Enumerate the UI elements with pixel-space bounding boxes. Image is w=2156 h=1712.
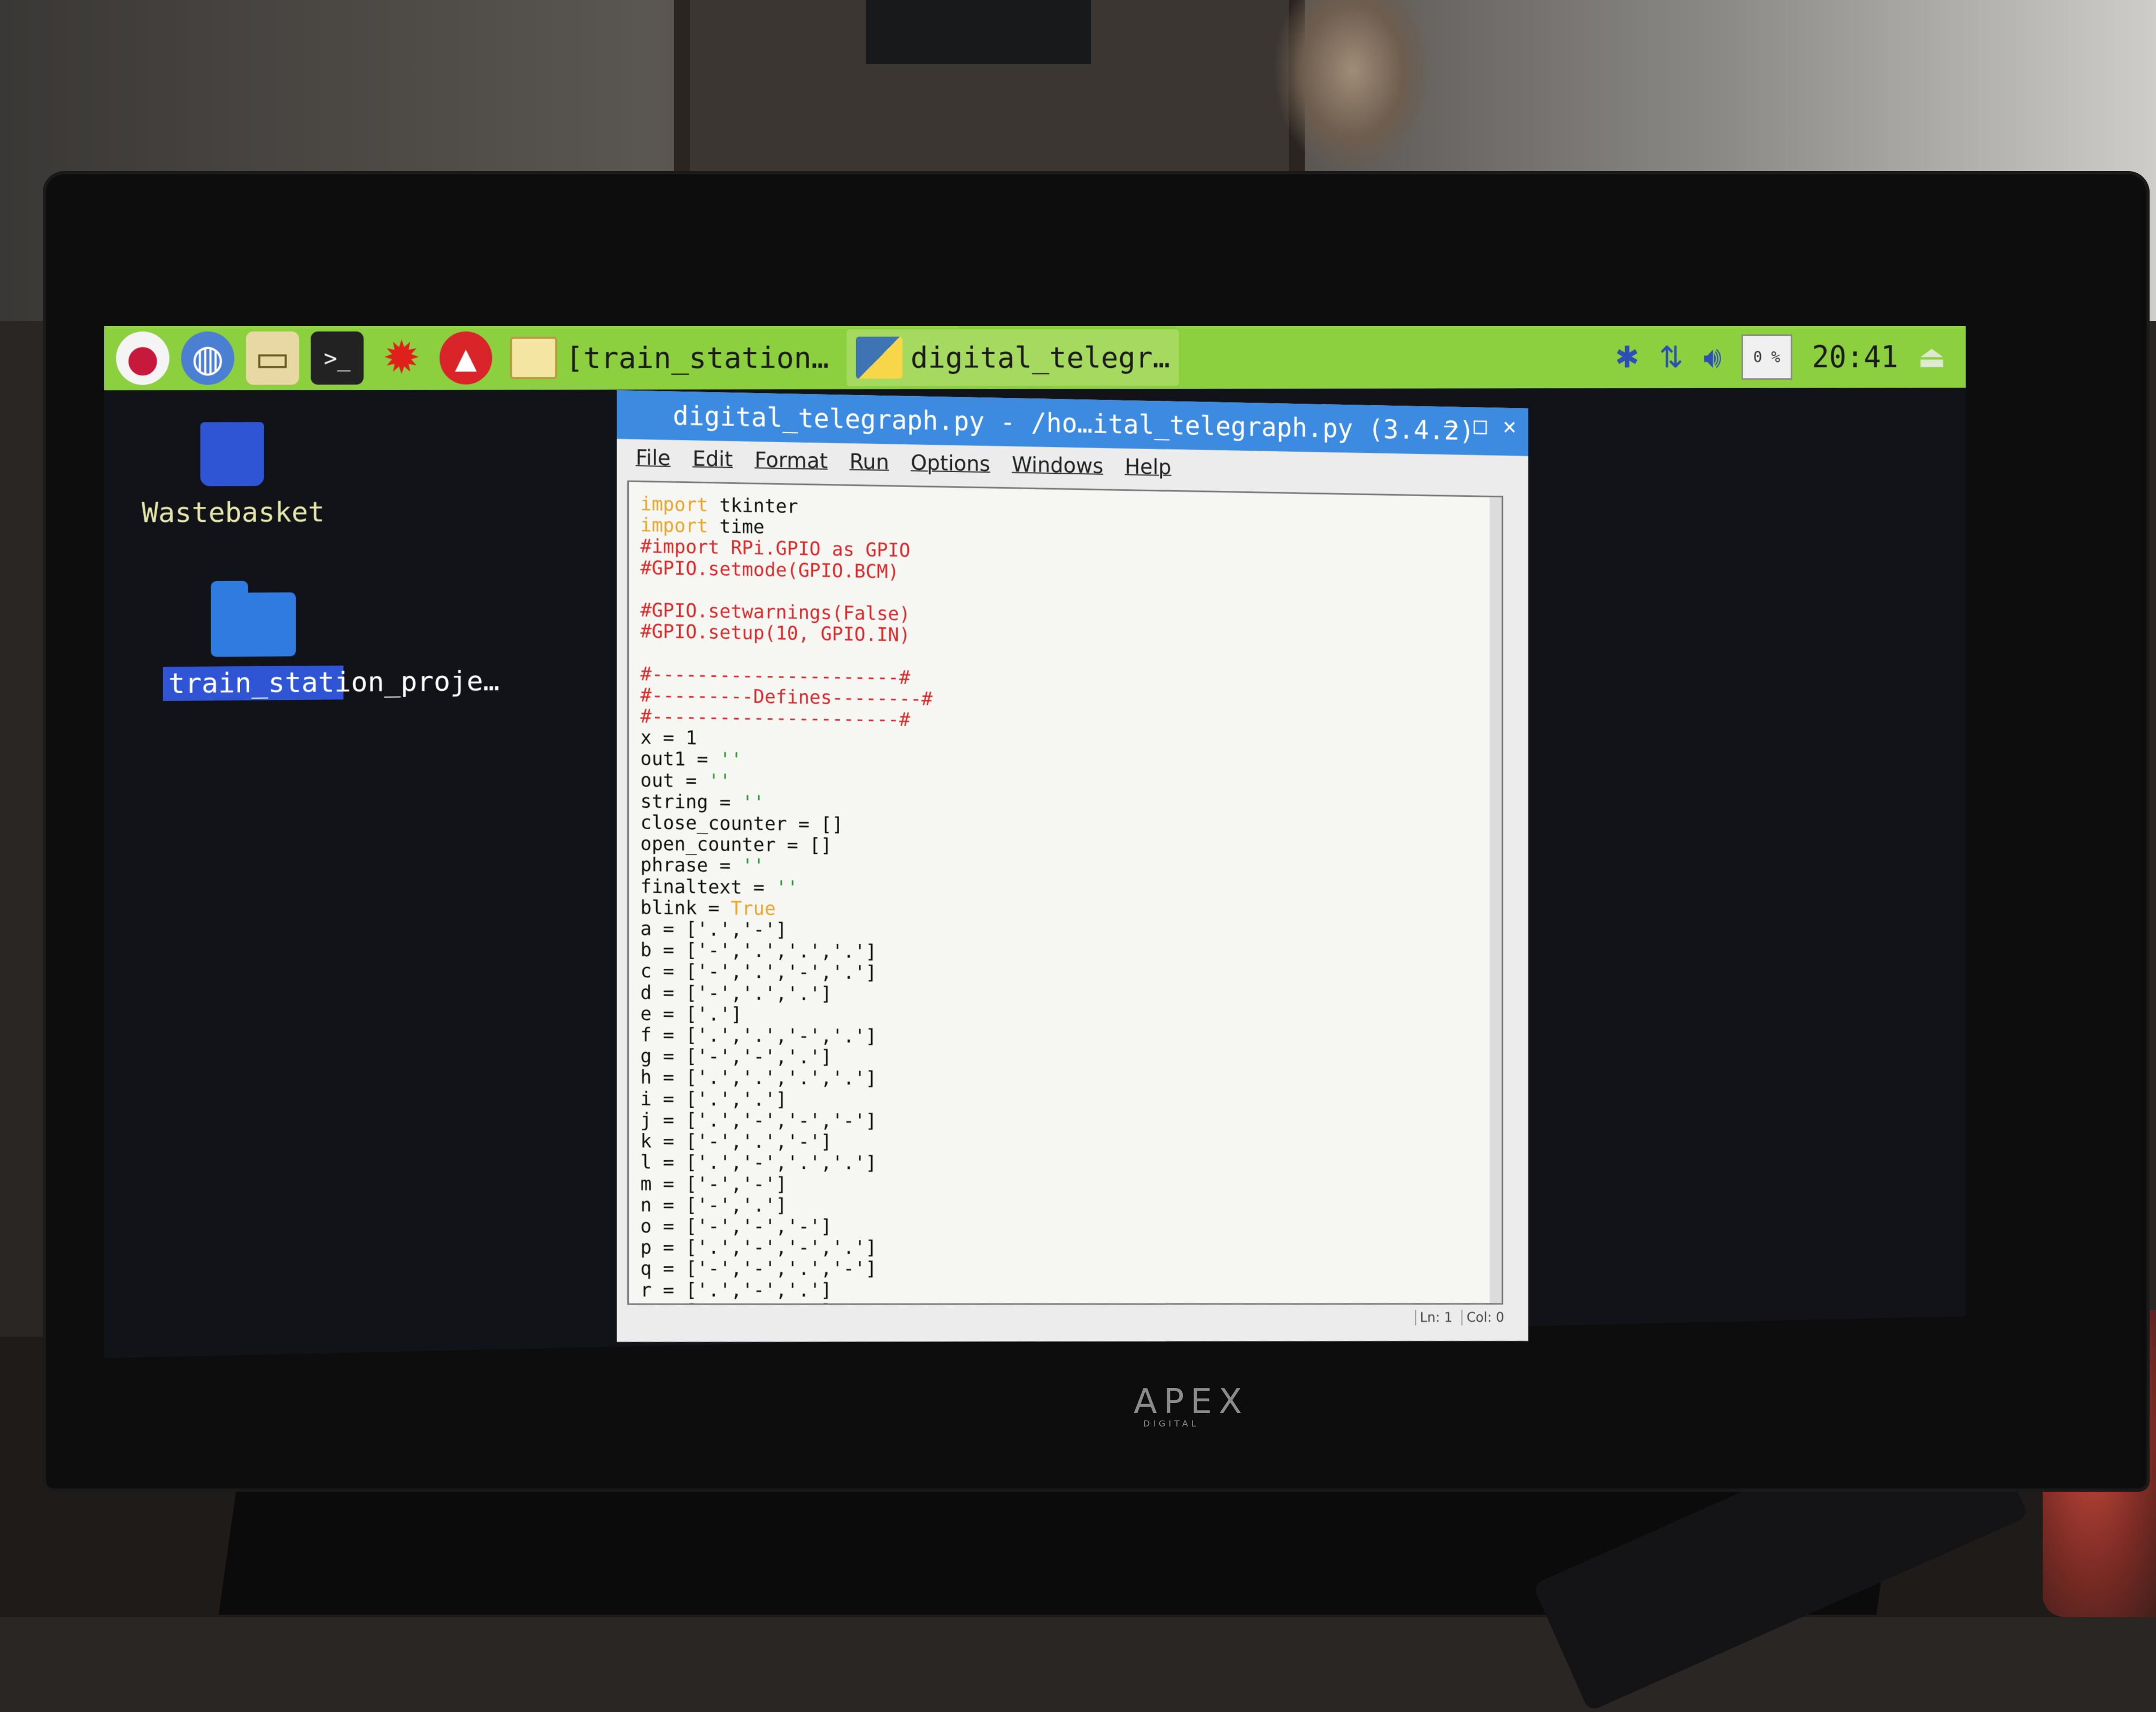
code-line: r = ['.','-','.'] <box>640 1279 832 1301</box>
task-idle-editor[interactable]: digital_telegr… <box>846 329 1180 387</box>
dreamcatcher <box>1273 0 1433 176</box>
code-line: l = ['.','-','.','.'] <box>640 1152 877 1175</box>
task-label: digital_telegr… <box>910 340 1170 375</box>
code-line: s = ['.','.','.'] <box>641 1300 1491 1305</box>
eject-icon[interactable]: ⏏ <box>1918 339 1946 375</box>
menu-format[interactable]: Format <box>754 448 828 474</box>
desktop-icon-project-folder[interactable]: train_station_proje… <box>163 592 499 701</box>
cpu-monitor: 0 % <box>1741 334 1792 380</box>
code-line: o = ['-','-','-'] <box>640 1215 832 1238</box>
menu-edit[interactable]: Edit <box>692 446 733 472</box>
close-icon[interactable]: ✕ <box>1503 413 1516 439</box>
wolfram-icon[interactable]: ▲ <box>440 331 492 385</box>
web-browser-icon[interactable]: ◍ <box>181 331 235 385</box>
file-manager-icon[interactable]: ▭ <box>246 331 299 385</box>
code-line: p = ['.','-','-','.'] <box>640 1237 877 1259</box>
menu-help[interactable]: Help <box>1125 454 1171 480</box>
folder-icon <box>510 336 558 380</box>
terminal-icon[interactable]: >_ <box>311 331 364 385</box>
maximize-icon[interactable]: □ <box>1474 412 1487 439</box>
code-editor[interactable]: import tkinter import time #import RPi.GPI… <box>627 480 1504 1305</box>
menu-file[interactable]: File <box>636 445 671 471</box>
code-text[interactable]: import tkinter import time #import RPi.GPI… <box>629 482 1502 1305</box>
screen: ● ◍ ▭ >_ ✹ ▲ [train_station… digital_tel… <box>104 326 1966 1358</box>
status-col: Col: 0 <box>1461 1309 1508 1325</box>
minimize-icon[interactable]: – <box>1444 412 1458 438</box>
raspberry-menu-icon[interactable]: ● <box>116 331 170 385</box>
code-line: j = ['.','-','-','-'] <box>640 1109 877 1132</box>
desktop-icon-wastebasket[interactable]: Wastebasket <box>141 422 325 529</box>
task-file-manager[interactable]: [train_station… <box>500 329 838 387</box>
status-line: Ln: 1 <box>1415 1309 1457 1326</box>
window-title: digital_telegraph.py - /ho…ital_telegrap… <box>673 400 1475 446</box>
code-line: m = ['-','-'] <box>640 1173 787 1196</box>
menu-options[interactable]: Options <box>911 451 990 476</box>
vertical-scrollbar[interactable] <box>1489 497 1502 1304</box>
code-line: q = ['-','-','.','-'] <box>640 1258 877 1280</box>
folder-icon <box>211 592 296 657</box>
menu-run[interactable]: Run <box>850 450 889 475</box>
code-line: n = ['-','.'] <box>640 1194 787 1216</box>
trash-icon <box>200 422 264 487</box>
task-label: [train_station… <box>565 341 829 375</box>
network-icon[interactable]: ⇅ <box>1659 340 1683 375</box>
monitor-brand: APEX DIGITAL <box>1134 1382 1249 1429</box>
idle-editor-window: digital_telegraph.py - /ho…ital_telegrap… <box>617 390 1529 1342</box>
code-line: k = ['-','.','-'] <box>640 1130 832 1153</box>
bluetooth-icon[interactable]: ✱ <box>1615 340 1639 375</box>
volume-icon[interactable]: 🔊︎ <box>1703 340 1721 375</box>
wall-art <box>866 0 1091 64</box>
desktop-icon-label: train_station_proje… <box>163 665 499 701</box>
status-bar: Ln: 1 Col: 0 <box>1415 1309 1508 1326</box>
menu-windows[interactable]: Windows <box>1012 453 1103 479</box>
window-controls: – □ ✕ <box>1444 412 1516 439</box>
taskbar: ● ◍ ▭ >_ ✹ ▲ [train_station… digital_tel… <box>104 326 1966 390</box>
system-tray: ✱ ⇅ 🔊︎ 0 % 20:41 ⏏ <box>1615 330 1946 384</box>
mathematica-icon[interactable]: ✹ <box>375 331 428 384</box>
clock[interactable]: 20:41 <box>1812 340 1898 375</box>
desktop-icon-label: Wastebasket <box>141 496 325 529</box>
python-icon <box>856 336 903 379</box>
